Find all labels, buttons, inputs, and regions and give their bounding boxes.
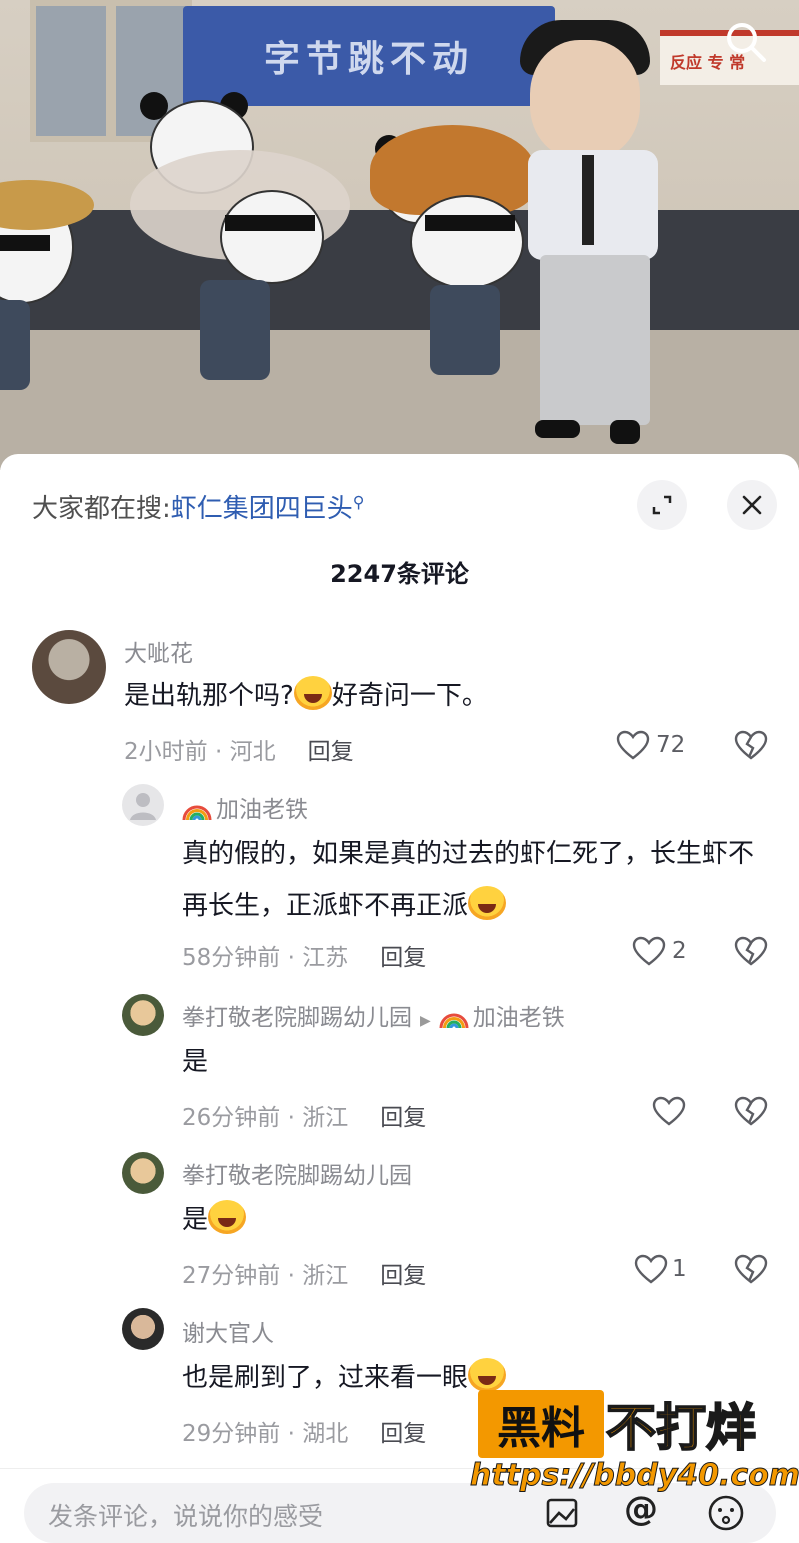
expand-button[interactable] — [637, 480, 687, 530]
rainbow-emoji-icon — [439, 1013, 469, 1028]
watermark-text: 不打烊 — [605, 1398, 757, 1458]
panda-character — [130, 90, 360, 390]
laugh-cry-emoji-icon — [208, 1200, 247, 1234]
reply-meta: 26分钟前 · 浙江 回复 — [182, 1105, 427, 1131]
heart-icon — [632, 936, 666, 966]
man-character — [520, 10, 670, 450]
reply-button[interactable]: 回复 — [380, 945, 426, 971]
mention-icon[interactable]: @ — [624, 1489, 658, 1529]
broken-heart-icon[interactable] — [734, 1254, 768, 1284]
like-button[interactable]: 1 — [634, 1254, 687, 1284]
like-count: 2 — [672, 938, 687, 964]
like-button[interactable] — [652, 1096, 686, 1126]
comment-meta: 2小时前 · 河北 回复 — [124, 739, 354, 765]
reply-username[interactable]: 谢大官人 — [182, 1314, 274, 1348]
small-search-icon: ⚲ — [352, 492, 365, 512]
avatar[interactable] — [122, 1308, 164, 1350]
heart-icon — [634, 1254, 668, 1284]
like-count: 72 — [656, 732, 686, 758]
comment-sheet: 大家都在搜:虾仁集团四巨头⚲ 2247条评论 大呲花 是出轨那个吗? 好奇问一下。… — [0, 454, 799, 1528]
like-button[interactable]: 72 — [616, 730, 685, 760]
heart-icon — [616, 730, 650, 760]
reply-username[interactable]: 加油老铁 — [182, 790, 308, 824]
reply-text: 是 — [182, 1047, 209, 1077]
close-button[interactable] — [727, 480, 777, 530]
like-button[interactable]: 2 — [632, 936, 687, 966]
panda-character — [0, 150, 94, 390]
reply-text: 真的假的，如果是真的过去的虾仁死了，长生虾不再长生，正派虾不再正派 — [182, 839, 755, 921]
broken-heart-icon[interactable] — [734, 730, 768, 760]
close-icon — [742, 495, 762, 515]
reply-username[interactable]: 拳打敬老院脚踢幼儿园 — [182, 1156, 412, 1190]
broken-heart-icon[interactable] — [734, 936, 768, 966]
reply-meta: 29分钟前 · 湖北 回复 — [182, 1421, 427, 1447]
comment-item: 大呲花 是出轨那个吗? 好奇问一下。 2小时前 · 河北 回复 72 — [0, 626, 799, 776]
reply-button[interactable]: 回复 — [308, 739, 354, 765]
like-count: 1 — [672, 1256, 687, 1282]
hot-search-label: 大家都在搜: — [32, 494, 171, 524]
broken-heart-icon[interactable] — [734, 1096, 768, 1126]
reply-text: 也是刷到了，过来看一眼 — [182, 1352, 507, 1404]
comment-username[interactable]: 大呲花 — [124, 634, 193, 668]
expand-icon — [652, 495, 672, 515]
laugh-cry-emoji-icon — [468, 886, 507, 920]
comment-text: 是出轨那个吗? 好奇问一下。 — [124, 670, 488, 722]
laugh-cry-emoji-icon — [293, 676, 332, 710]
reply-meta: 58分钟前 · 江苏 回复 — [182, 945, 427, 971]
background-window — [30, 0, 112, 142]
reply-item: 拳打敬老院脚踢幼儿园 ▶ 加油老铁 是 26分钟前 · 浙江 回复 — [0, 990, 799, 1140]
watermark-url: https://bbdy40.com — [469, 1458, 799, 1494]
reply-button[interactable]: 回复 — [380, 1421, 426, 1447]
comment-count: 2247条评论 — [330, 560, 469, 588]
reply-item: 加油老铁 真的假的，如果是真的过去的虾仁死了，长生虾不再长生，正派虾不再正派 5… — [0, 780, 799, 980]
panda-character — [370, 105, 540, 385]
avatar[interactable] — [122, 1152, 164, 1194]
emoji-picker-icon[interactable] — [706, 1493, 746, 1533]
reply-text: 是 — [182, 1194, 247, 1246]
reply-button[interactable]: 回复 — [380, 1105, 426, 1131]
reply-button[interactable]: 回复 — [380, 1263, 426, 1289]
reply-username[interactable]: 拳打敬老院脚踢幼儿园 ▶ 加油老铁 — [182, 998, 565, 1032]
search-icon[interactable] — [722, 18, 770, 66]
reply-arrow-icon: ▶ — [420, 1013, 431, 1029]
heart-icon — [652, 1096, 686, 1126]
reply-item: 拳打敬老院脚踢幼儿园 是 27分钟前 · 浙江 回复 1 — [0, 1148, 799, 1298]
reply-meta: 27分钟前 · 浙江 回复 — [182, 1263, 427, 1289]
laugh-cry-emoji-icon — [468, 1358, 507, 1392]
avatar[interactable] — [32, 630, 106, 704]
default-avatar-icon[interactable] — [122, 784, 164, 826]
comment-sheet-header: 大家都在搜:虾仁集团四巨头⚲ — [0, 454, 799, 554]
hot-search-keyword[interactable]: 虾仁集团四巨头 — [171, 494, 353, 524]
watermark-logo: 黑料 — [478, 1390, 604, 1458]
rainbow-emoji-icon — [182, 805, 212, 820]
video-player[interactable]: 字节跳不动 反应 专 常 — [0, 0, 799, 470]
image-icon[interactable] — [544, 1495, 580, 1531]
avatar[interactable] — [122, 994, 164, 1036]
hot-search[interactable]: 大家都在搜:虾仁集团四巨头⚲ — [32, 488, 365, 525]
